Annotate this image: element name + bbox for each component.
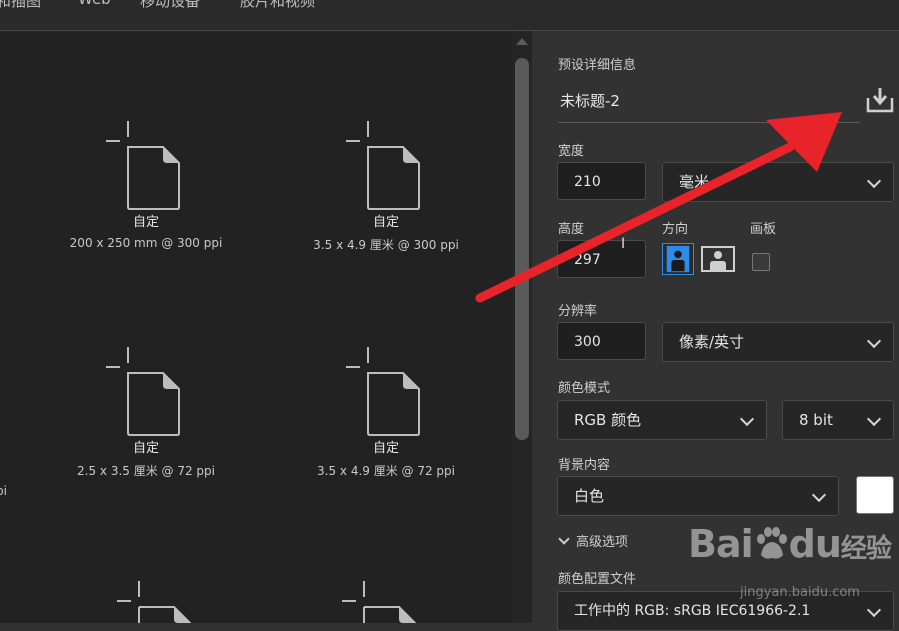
title-underline (558, 122, 860, 123)
height-input[interactable]: 297 (557, 240, 646, 278)
preset-name: 自定 (132, 215, 159, 230)
chevron-down-icon (866, 173, 882, 189)
background-select[interactable]: 白色 (557, 476, 839, 516)
color-mode-label: 颜色模式 (558, 381, 611, 396)
tab-art-illustration[interactable]: 和插图 (0, 0, 41, 11)
chevron-down-icon (866, 411, 882, 427)
preset-tile[interactable]: 自定 3.5 x 4.9 厘米 @ 72 ppi (286, 347, 486, 479)
tab-mobile[interactable]: 移动设备 (140, 0, 200, 11)
chevron-down-icon (558, 533, 570, 545)
watermark-brand: Bai (688, 522, 754, 566)
color-mode-select[interactable]: RGB 颜色 (557, 400, 767, 440)
bit-depth-select[interactable]: 8 bit (782, 400, 894, 440)
save-preset-icon[interactable] (866, 86, 894, 114)
document-icon[interactable] (117, 581, 197, 623)
bit-depth-value: 8 bit (799, 411, 833, 429)
preset-name: 自定 (132, 441, 159, 456)
chevron-down-icon (866, 602, 882, 618)
resolution-input[interactable]: 300 (557, 322, 646, 360)
width-unit-value: 毫米 (679, 173, 710, 191)
scroll-up-icon[interactable] (516, 38, 528, 45)
document-title-input[interactable]: 未标题-2 (560, 90, 620, 111)
preset-size: 2.5 x 3.5 厘米 @ 72 ppi (77, 464, 215, 478)
chevron-down-icon (866, 333, 882, 349)
scrollbar-thumb[interactable] (515, 58, 529, 440)
preset-size: 3.5 x 4.9 厘米 @ 300 ppi (313, 238, 459, 252)
tab-film-video[interactable]: 胶片和视频 (240, 0, 315, 11)
preset-size: 200 x 250 mm @ 300 ppi (69, 236, 223, 250)
document-icon (346, 347, 420, 436)
chevron-down-icon (811, 487, 827, 503)
document-icon (106, 121, 180, 210)
width-input[interactable]: 210 (557, 162, 646, 200)
preset-name: 自定 (372, 215, 399, 230)
baidu-paw-icon (756, 527, 787, 559)
watermark-brand-2: du (788, 522, 842, 566)
document-icon[interactable] (342, 581, 422, 623)
preset-tile[interactable]: 自定 2.5 x 3.5 厘米 @ 72 ppi (46, 347, 246, 479)
baidu-jingyan-watermark: Bai du经验 (688, 522, 892, 566)
height-label: 高度 (558, 222, 585, 237)
landscape-orientation-icon[interactable] (701, 243, 735, 275)
preset-size: 3.5 x 4.9 厘米 @ 72 ppi (317, 464, 455, 478)
portrait-orientation-icon[interactable] (662, 243, 694, 275)
watermark-suffix: 经验 (840, 534, 892, 564)
width-label: 宽度 (558, 144, 585, 159)
preset-tile[interactable]: 自定 3.5 x 4.9 厘米 @ 300 ppi (286, 121, 486, 253)
background-color-swatch[interactable] (856, 476, 894, 514)
color-profile-label: 颜色配置文件 (558, 572, 637, 587)
orientation-label: 方向 (662, 222, 689, 237)
watermark-url: jingyan.baidu.com (740, 585, 860, 600)
width-unit-select[interactable]: 毫米 (662, 162, 894, 202)
color-profile-value: 工作中的 RGB: sRGB IEC61966-2.1 (574, 603, 811, 619)
advanced-options-toggle[interactable]: 高级选项 (558, 531, 628, 550)
cropped-preset-size: pi (0, 484, 7, 498)
advanced-options-label: 高级选项 (576, 535, 629, 550)
resolution-unit-select[interactable]: 像素/英寸 (662, 322, 894, 362)
artboard-label: 画板 (750, 222, 777, 237)
document-icon (106, 347, 180, 436)
text-cursor-icon: I (621, 236, 626, 252)
artboard-checkbox[interactable] (752, 253, 770, 271)
chevron-down-icon (739, 411, 755, 427)
preset-category-tabs: 和插图 Web 移动设备 胶片和视频 (0, 0, 899, 31)
document-icon (346, 121, 420, 210)
preset-name: 自定 (372, 441, 399, 456)
background-value: 白色 (574, 487, 605, 505)
preset-grid: pi 自定 200 x 250 mm @ 300 ppi 自定 3.5 x 4.… (0, 31, 512, 623)
resolution-unit-value: 像素/英寸 (679, 333, 745, 351)
tab-web[interactable]: Web (78, 0, 111, 8)
preset-tile[interactable]: 自定 200 x 250 mm @ 300 ppi (46, 121, 246, 250)
background-label: 背景内容 (558, 458, 611, 473)
color-mode-value: RGB 颜色 (574, 411, 642, 429)
resolution-label: 分辨率 (558, 304, 598, 319)
preset-details-header: 预设详细信息 (558, 58, 637, 73)
